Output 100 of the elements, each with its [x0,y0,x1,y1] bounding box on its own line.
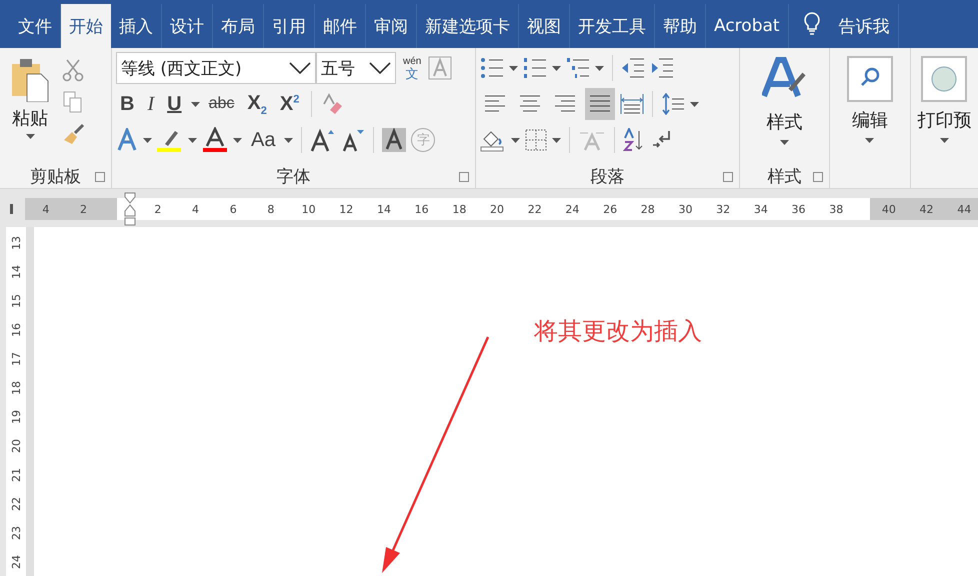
ruler-number: 14 [10,264,22,279]
caret-icon[interactable] [26,134,34,139]
caret-icon[interactable] [552,138,561,142]
ruler-number: 15 [10,293,22,308]
phonetic-guide-button[interactable]: wén 文 [401,56,424,80]
caret-icon[interactable] [940,138,949,143]
shrink-font-icon[interactable] [341,128,366,152]
ruler-number: 44 [956,202,972,216]
ruler-number: 17 [10,351,22,366]
group-label: 字体 [276,166,310,188]
caret-icon[interactable] [510,138,520,142]
group-label: 剪贴板 [30,166,81,188]
caret-icon[interactable] [552,66,561,70]
ruler-number: 13 [10,235,22,250]
scissors-icon[interactable] [62,58,84,82]
caret-icon[interactable] [508,66,518,70]
bold-button[interactable]: B [116,92,138,116]
ruler-number: 6 [228,202,238,216]
ruler-number: 32 [715,202,732,216]
numbered-list-icon[interactable] [522,57,547,79]
ruler-number: 12 [338,202,354,216]
caret-icon[interactable] [233,138,242,142]
font-color-icon[interactable] [202,127,228,153]
ribbon-tab[interactable]: 开始 [61,4,111,48]
ruler-number: 22 [10,496,22,511]
subscript-button[interactable]: X$_{2}$ [243,92,271,116]
ruler-number: 24 [564,202,580,216]
ruler-number: 10 [300,202,317,216]
ruler-number: 38 [828,202,844,216]
ruler-number: 22 [526,202,543,216]
ruler-number: 18 [451,202,468,216]
chevron-icon [369,62,391,74]
multilevel-list-icon[interactable] [566,57,590,79]
caret-icon[interactable] [865,138,874,143]
document-page[interactable]: 将其更改为插入 [34,227,978,576]
ruler-number: 40 [880,202,897,216]
ruler-number: 23 [10,525,22,540]
ruler-number: 28 [640,202,656,216]
ruler-number: 19 [10,409,22,424]
caret-icon[interactable] [190,102,200,106]
annotation-text: 将其更改为插入 [534,316,702,347]
ruler-number: 2 [79,202,88,216]
paste-button[interactable]: 粘贴 [4,52,56,164]
dialog-launcher-icon[interactable] [813,172,824,182]
caret-icon[interactable] [690,102,699,106]
font-name-dropdown[interactable]: 等线 (西文正文) [116,52,316,84]
ruler-number: 30 [677,202,694,216]
underline-button[interactable]: U [163,92,186,116]
strikethrough-button[interactable]: abc [204,95,238,113]
grow-font-icon[interactable] [310,128,336,152]
ruler-text-area[interactable]: 2 4 6 8 10 12 14 16 18 20 22 24 26 28 30 32 34 36 38 [117,198,870,220]
dialog-launcher-icon[interactable] [95,172,105,182]
print-preview-button[interactable]: 打印预 [915,52,974,188]
ruler-number: 36 [790,202,807,216]
ruler-number: 4 [191,202,200,216]
indent-marker-icon[interactable] [124,192,136,226]
ruler-number: 20 [10,438,22,453]
ruler-number: 4 [41,202,50,216]
group-label: 段落 [590,166,624,188]
caret-icon[interactable] [284,138,294,142]
ruler-number: 2 [153,202,162,216]
text-effects-icon[interactable] [116,128,138,152]
caret-icon[interactable] [188,138,197,142]
ruler-number: 14 [376,202,392,216]
character-shading-icon[interactable] [382,128,406,152]
decrease-indent-icon[interactable] [620,57,645,79]
dialog-launcher-icon[interactable] [458,172,469,182]
italic-button[interactable]: I [143,92,158,116]
ruler-number: 34 [752,202,769,216]
group-label: 样式 [768,166,802,188]
bullet-list-icon[interactable] [480,57,504,79]
ruler-number: 18 [10,380,22,395]
change-case-button[interactable]: Aa [247,128,280,152]
styles-button[interactable]: 样式 [760,52,810,164]
line-spacing-icon[interactable] [660,93,685,115]
ruler-number: 16 [10,322,22,337]
caret-icon[interactable] [780,140,790,145]
ruler-number: 42 [918,202,935,216]
caret-icon[interactable] [594,66,604,70]
borders-icon[interactable] [524,129,547,151]
ruler-number: 21 [10,467,22,482]
chevron-icon [289,62,311,74]
ruler-number: 26 [602,202,618,216]
clipboard-icon [10,56,50,102]
font-size-dropdown[interactable]: 五号 [316,52,396,84]
sort-icon[interactable] [622,128,645,152]
ruler-number: 16 [414,202,430,216]
lightbulb-icon[interactable] [802,12,821,36]
increase-indent-icon[interactable] [650,57,674,79]
justify-icon[interactable] [584,88,615,120]
ruler-number: 20 [489,202,506,216]
ruler-number: 8 [266,202,276,216]
search-icon [846,56,893,102]
distributed-icon[interactable] [620,93,644,115]
editing-button[interactable]: 编辑 [844,52,895,188]
dialog-launcher-icon[interactable] [723,172,734,182]
ruler-number: 24 [10,554,22,569]
brush-icon[interactable] [62,122,86,146]
caret-icon[interactable] [143,138,152,142]
superscript-button[interactable]: X$^{2}$ [276,92,304,116]
